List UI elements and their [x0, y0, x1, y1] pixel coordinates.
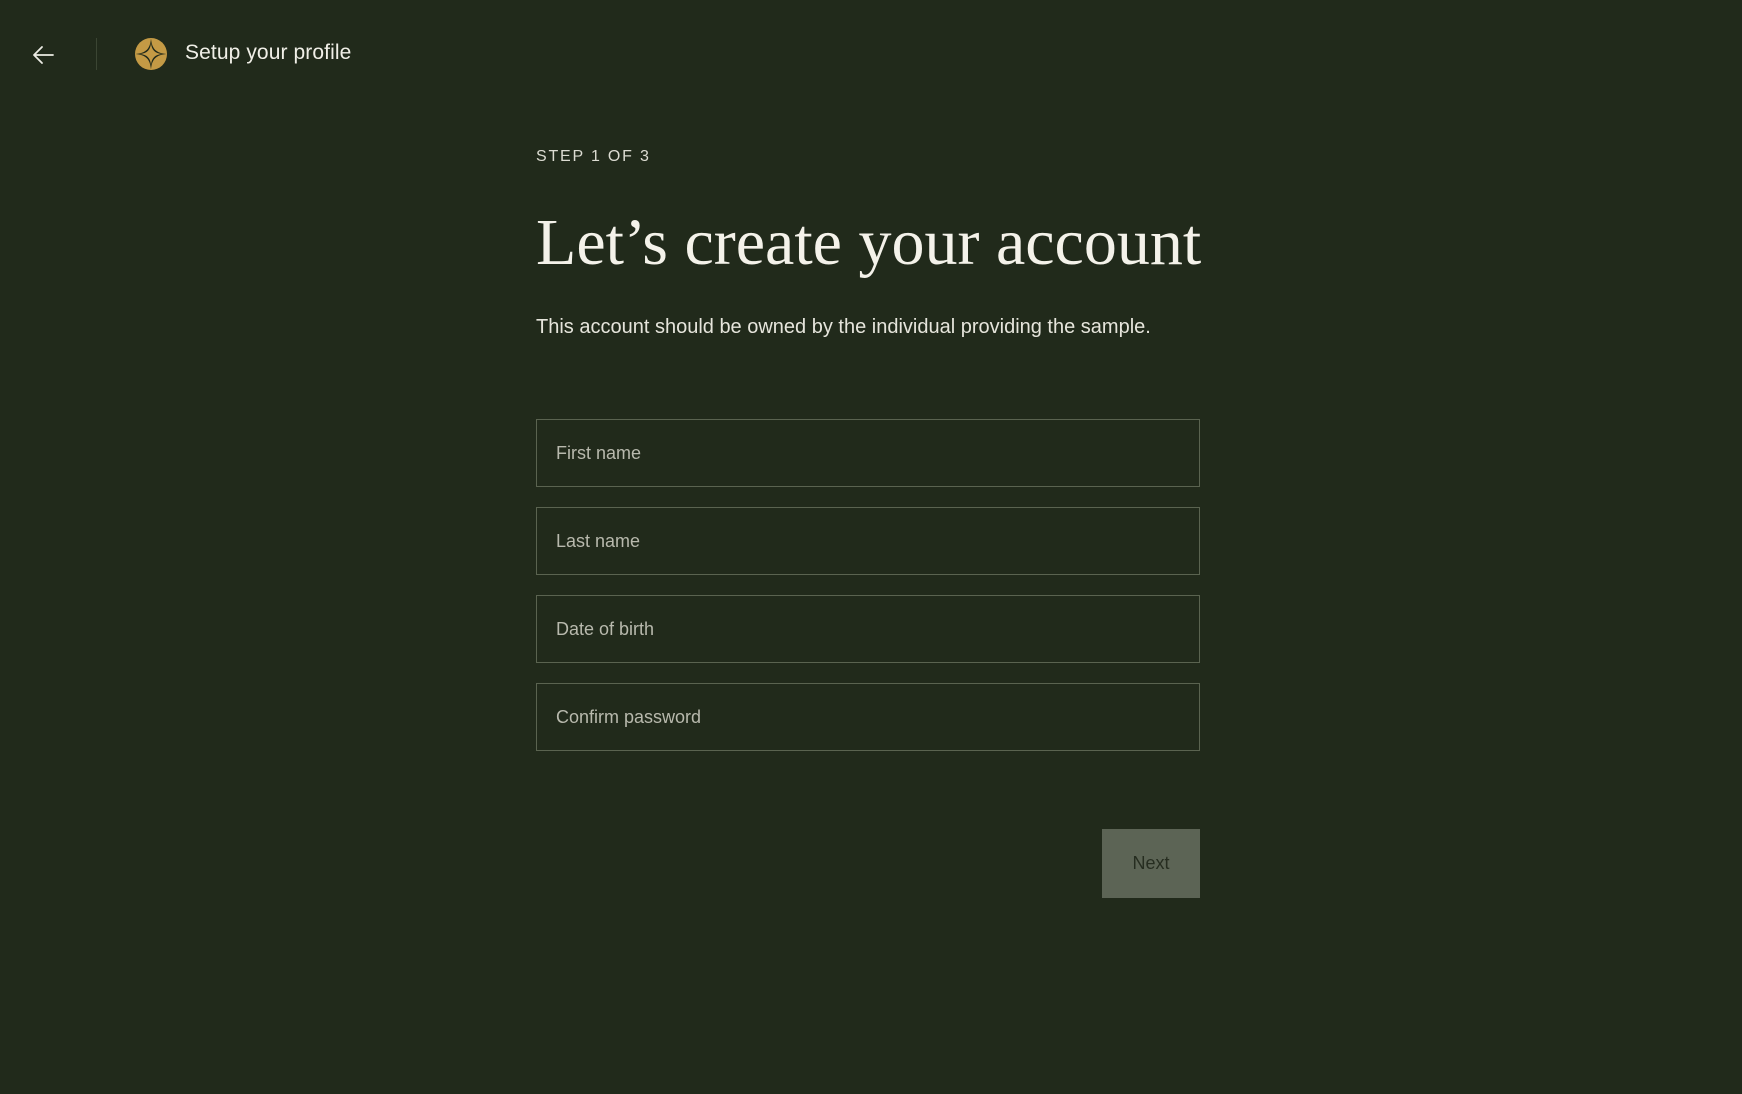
- account-form-intro: STEP 1 OF 3 Let’s create your account Th…: [536, 140, 1201, 338]
- top-bar: Setup your profile: [0, 0, 1742, 110]
- first-name-input[interactable]: [537, 420, 1199, 486]
- compass-star-icon: [134, 37, 168, 71]
- last-name-field[interactable]: [536, 507, 1200, 575]
- back-button[interactable]: [26, 38, 60, 72]
- last-name-input[interactable]: [537, 508, 1199, 574]
- next-button[interactable]: Next: [1102, 829, 1200, 898]
- step-indicator: STEP 1 OF 3: [536, 148, 651, 165]
- page-title: Let’s create your account: [536, 206, 1202, 279]
- page-subtitle: This account should be owned by the indi…: [536, 316, 1151, 338]
- page-header-title: Setup your profile: [185, 41, 352, 64]
- arrow-left-icon: [33, 46, 54, 64]
- first-name-field[interactable]: [536, 419, 1200, 487]
- confirm-password-input[interactable]: [537, 684, 1199, 750]
- date-of-birth-field[interactable]: [536, 595, 1200, 663]
- date-of-birth-input[interactable]: [537, 596, 1199, 662]
- header-divider: [96, 38, 97, 70]
- confirm-password-field[interactable]: [536, 683, 1200, 751]
